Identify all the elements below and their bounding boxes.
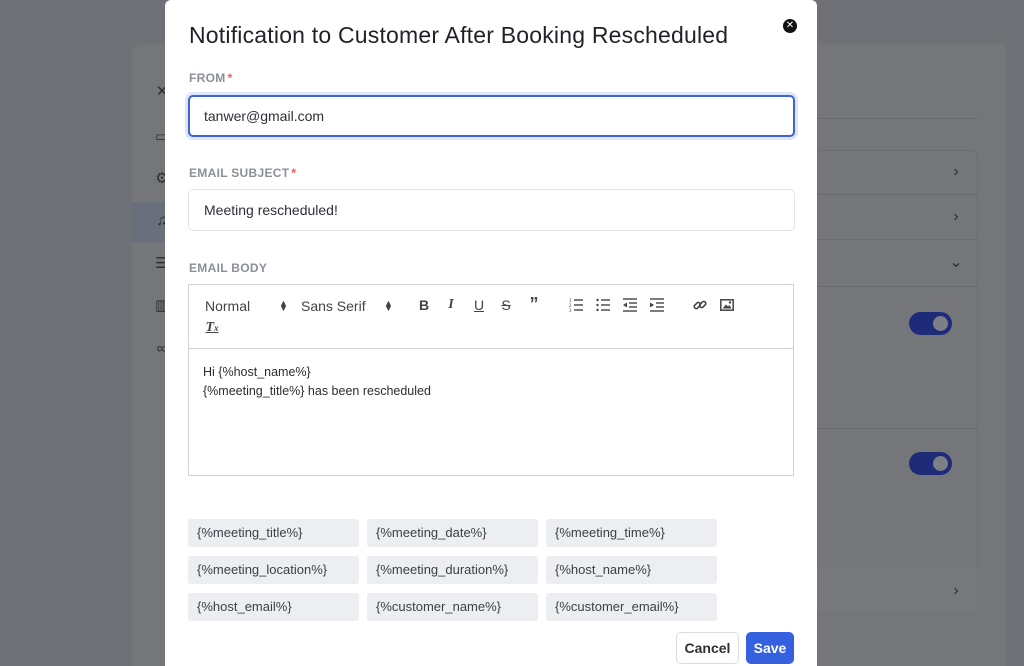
body-line: Hi {%host_name%} xyxy=(203,365,311,379)
toggle-switch xyxy=(909,452,952,475)
font-select-value: Sans Serif xyxy=(301,298,366,314)
chevron-down-icon: ⌄ xyxy=(949,254,963,271)
email-body-label: EMAIL BODY xyxy=(189,261,268,275)
tag-customer-name[interactable]: {%customer_name%} xyxy=(367,593,538,621)
modal-title: Notification to Customer After Booking R… xyxy=(189,22,729,48)
subject-label-text: EMAIL SUBJECT xyxy=(189,166,290,180)
divider xyxy=(817,239,979,240)
tag-meeting-date[interactable]: {%meeting_date%} xyxy=(367,519,538,547)
tag-host-name[interactable]: {%host_name%} xyxy=(546,556,717,584)
body-line: {%meeting_title%} has been rescheduled xyxy=(203,384,431,398)
notification-modal: Notification to Customer After Booking R… xyxy=(165,0,817,666)
subject-label: EMAIL SUBJECT * xyxy=(189,166,296,180)
email-subject-input[interactable] xyxy=(188,189,795,231)
select-arrows-icon: ▲ ▼ xyxy=(279,298,288,313)
tag-meeting-duration[interactable]: {%meeting_duration%} xyxy=(367,556,538,584)
blockquote-icon[interactable]: ” xyxy=(525,295,543,313)
chevron-right-icon: › xyxy=(953,163,959,180)
from-label: FROM * xyxy=(189,71,233,85)
format-select-value: Normal xyxy=(205,298,251,314)
tag-meeting-location[interactable]: {%meeting_location%} xyxy=(188,556,359,584)
chevron-right-icon: › xyxy=(953,582,959,599)
indent-icon[interactable] xyxy=(648,296,666,314)
divider xyxy=(817,118,979,119)
editor-toolbar: Normal ▲▼ Sans Serif ▲▼ B I U S ” 123 xyxy=(189,285,793,349)
rich-text-editor: Normal ▲▼ Sans Serif ▲▼ B I U S ” 123 xyxy=(188,284,794,476)
font-select[interactable]: Sans Serif ▲ ▼ xyxy=(301,297,397,315)
ordered-list-icon[interactable]: 123 xyxy=(567,296,585,314)
tag-host-email[interactable]: {%host_email%} xyxy=(188,593,359,621)
outdent-icon[interactable] xyxy=(621,296,639,314)
email-body-editor[interactable]: Hi {%host_name%} {%meeting_title%} has b… xyxy=(189,349,793,475)
divider xyxy=(817,286,979,287)
from-label-text: FROM xyxy=(189,71,226,85)
select-arrows-icon: ▲ ▼ xyxy=(384,298,393,313)
clear-format-icon[interactable]: Tx xyxy=(203,319,221,337)
tag-meeting-time[interactable]: {%meeting_time%} xyxy=(546,519,717,547)
close-icon[interactable]: ✕ xyxy=(783,19,797,33)
save-button[interactable]: Save xyxy=(746,632,794,664)
toggle-switch xyxy=(909,312,952,335)
from-email-input[interactable] xyxy=(188,95,795,137)
required-mark: * xyxy=(291,166,297,180)
required-mark: * xyxy=(227,71,233,85)
underline-icon[interactable]: U xyxy=(470,296,488,314)
svg-text:3: 3 xyxy=(569,308,572,312)
italic-icon[interactable]: I xyxy=(442,296,460,314)
format-select[interactable]: Normal ▲ ▼ xyxy=(205,297,297,315)
bullet-list-icon[interactable] xyxy=(594,296,612,314)
divider xyxy=(817,194,979,195)
chevron-right-icon: › xyxy=(953,208,959,225)
cancel-button[interactable]: Cancel xyxy=(676,632,739,664)
tag-meeting-title[interactable]: {%meeting_title%} xyxy=(188,519,359,547)
strikethrough-icon[interactable]: S xyxy=(497,296,515,314)
bold-icon[interactable]: B xyxy=(415,296,433,314)
divider xyxy=(817,428,979,429)
link-icon[interactable] xyxy=(691,296,709,314)
tag-customer-email[interactable]: {%customer_email%} xyxy=(546,593,717,621)
image-icon[interactable] xyxy=(718,296,736,314)
